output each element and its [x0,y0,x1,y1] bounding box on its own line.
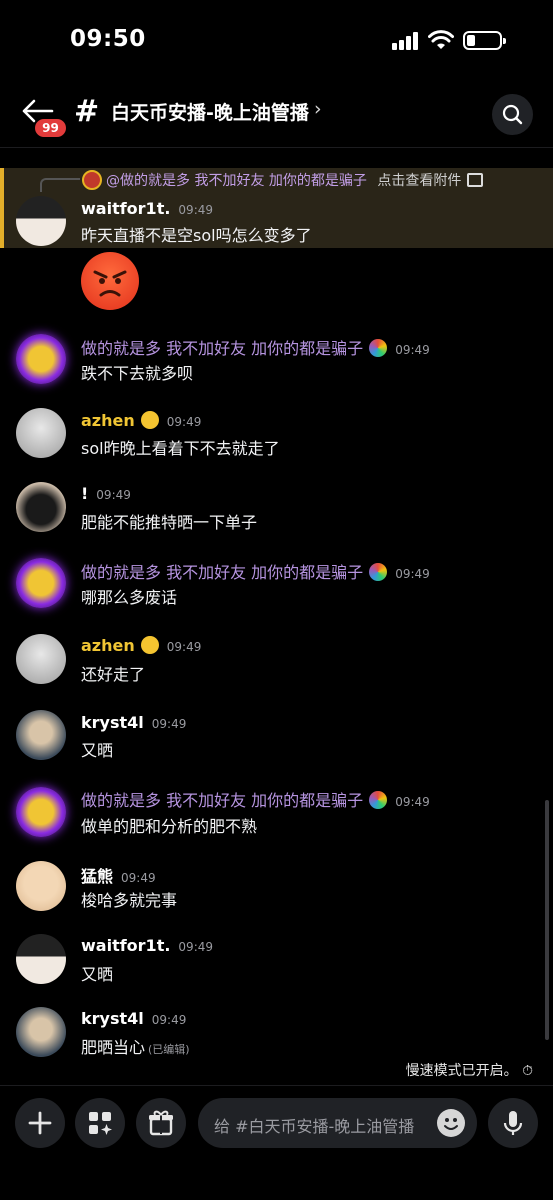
message-text: 哪那么多废话 [81,588,178,607]
message-time: 09:49 [121,871,156,885]
status-time: 09:50 [70,26,146,52]
message-author[interactable]: kryst4l 09:49 [81,1009,186,1028]
message-text: 又晒 [81,965,114,984]
message-text: 昨天直播不是空sol吗怎么变多了 [81,226,312,245]
author-name[interactable]: ! [81,484,88,503]
message-text: 肥晒当心 (已编辑) [81,1034,190,1058]
plus-icon [28,1111,52,1135]
reply-attachment-link[interactable]: 点击查看附件 [377,173,461,189]
author-name[interactable]: waitfor1t. [81,936,170,955]
status-bar: 09:50 [0,0,553,82]
message-author[interactable]: azhen 09:49 [81,411,201,430]
timer-icon: ⏱ [522,1063,533,1079]
search-button[interactable] [492,94,533,135]
message-time: 09:49 [166,640,202,654]
avatar[interactable] [16,787,66,837]
message-time: 09:49 [178,203,214,217]
avatar[interactable] [16,482,66,532]
message-time: 09:49 [96,488,131,502]
author-name[interactable]: 做的就是多 我不加好友 加你的都是骗子 [81,563,363,582]
author-name[interactable]: azhen [81,411,135,430]
chevron-right-icon[interactable]: › [314,98,322,120]
message-author[interactable]: 猛熊 09:49 [81,863,156,887]
flower-role-icon [369,563,388,581]
avatar[interactable] [16,634,66,684]
author-name[interactable]: azhen [81,636,135,655]
avatar[interactable] [16,408,66,458]
channel-header: 99 # 白天币安播-晚上油管播 › [0,82,553,148]
add-attachment-button[interactable] [15,1098,65,1148]
message-text: 还好走了 [81,665,146,684]
author-name[interactable]: kryst4l [81,713,144,732]
avatar[interactable] [16,1007,66,1057]
message-text-content: 肥晒当心 [81,1038,146,1057]
author-name[interactable]: 做的就是多 我不加好友 加你的都是骗子 [81,339,363,358]
sparkle-apps-icon [89,1112,112,1135]
apps-button[interactable] [75,1098,125,1148]
author-name[interactable]: kryst4l [81,1009,144,1028]
wifi-icon [428,30,454,49]
reply-avatar [82,170,102,190]
reply-mention: @做的就是多 我不加好友 加你的都是骗子 [106,173,367,189]
message-text: 做单的肥和分析的肥不熟 [81,817,258,836]
message-input[interactable]: 给 #白天币安播-晚上油管播 [198,1098,477,1148]
message-time: 09:49 [395,795,430,809]
message-author[interactable]: kryst4l 09:49 [81,713,186,732]
angry-face-icon [93,270,127,297]
message-text: 肥能不能推特晒一下单子 [81,513,258,532]
emoji-picker-icon[interactable] [437,1109,465,1137]
message-author[interactable]: azhen 09:49 [81,636,201,655]
avatar[interactable] [16,710,66,760]
battery-icon [463,31,506,50]
reply-preview[interactable]: @做的就是多 我不加好友 加你的都是骗子 点击查看附件 [82,170,484,190]
flower-role-icon [369,339,388,357]
message-text: 跌不下去就多呗 [81,364,194,383]
reply-connector [40,178,80,192]
avatar[interactable] [16,196,66,246]
channel-hash-icon: # [74,94,100,129]
message-author[interactable]: ! 09:49 [81,484,131,503]
message-text: sol昨晚上看着下不去就走了 [81,439,280,458]
avatar[interactable] [16,861,66,911]
message-time: 09:49 [395,343,430,357]
flower-role-icon [369,791,388,809]
avatar[interactable] [16,334,66,384]
message-author[interactable]: waitfor1t. 09:49 [81,199,213,218]
gift-button[interactable] [136,1098,186,1148]
message-author[interactable]: 做的就是多 我不加好友 加你的都是骗子 09:49 [81,559,430,583]
face-role-icon [140,411,159,429]
smiley-face-icon [444,1118,458,1130]
message-author[interactable]: 做的就是多 我不加好友 加你的都是骗子 09:49 [81,787,430,811]
search-icon [502,104,523,125]
author-name[interactable]: waitfor1t. [81,199,170,218]
message-time: 09:49 [151,1013,187,1027]
message-author[interactable]: 做的就是多 我不加好友 加你的都是骗子 09:49 [81,335,430,359]
author-name[interactable]: 猛熊 [81,867,113,886]
message-time: 09:49 [178,940,214,954]
message-time: 09:49 [166,415,202,429]
image-icon [467,173,484,187]
composer-bar: 给 #白天币安播-晚上油管播 [0,1085,553,1200]
slowmode-notice: 慢速模式已开启。 ⏱ [406,1060,533,1080]
message-author[interactable]: waitfor1t. 09:49 [81,936,213,955]
message-time: 09:49 [395,567,430,581]
message-input-placeholder: 给 #白天币安播-晚上油管播 [214,1117,415,1136]
edited-label: (已编辑) [148,1043,190,1056]
microphone-icon [503,1111,523,1135]
avatar[interactable] [16,934,66,984]
gift-icon [149,1110,173,1136]
face-role-icon [140,636,159,654]
avatar[interactable] [16,558,66,608]
message-text: 梭哈多就完事 [81,891,178,910]
angry-face-emoji [81,252,139,310]
channel-title[interactable]: 白天币安播-晚上油管播 [111,98,309,125]
slowmode-text: 慢速模式已开启。 [405,1063,518,1079]
cellular-signal-icon [392,32,420,50]
unread-badge: 99 [33,117,68,139]
voice-message-button[interactable] [488,1098,538,1148]
author-name[interactable]: 做的就是多 我不加好友 加你的都是骗子 [81,791,363,810]
message-text: 又晒 [81,741,114,760]
message-time: 09:49 [151,717,187,731]
scrollbar[interactable] [545,800,549,1040]
